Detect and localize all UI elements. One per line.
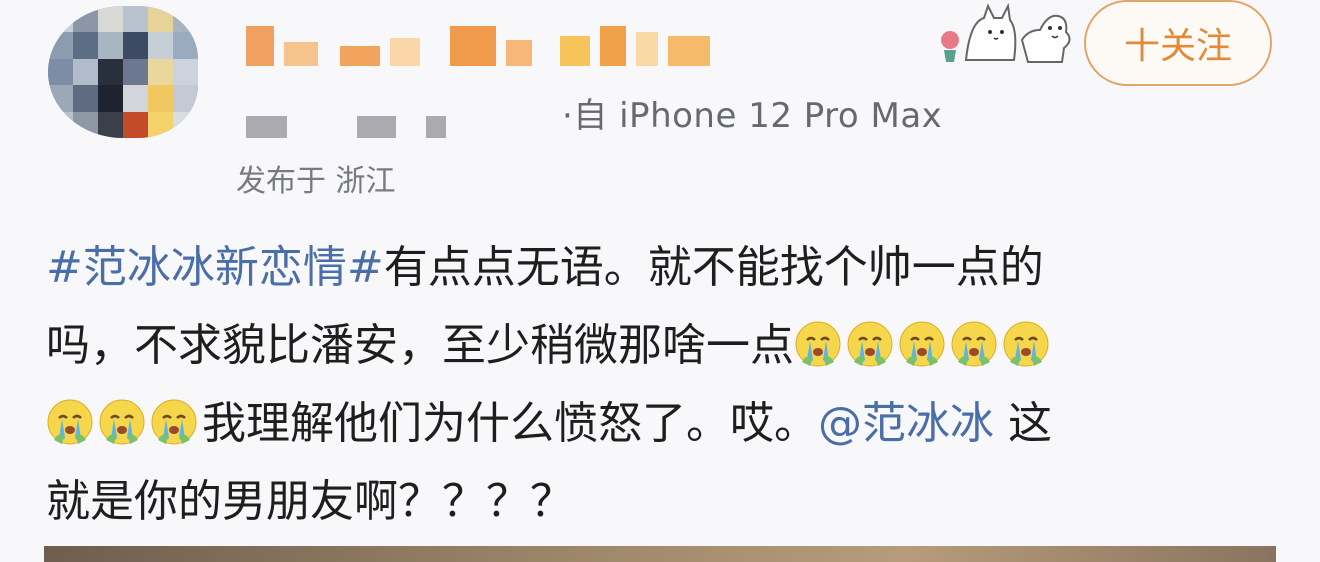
post-text: 吗，不求貌比潘安，至少稍微那啥一点 (46, 320, 794, 371)
crying-face-emoji (1003, 321, 1049, 367)
post-line-3: 我理解他们为什么愤怒了。哎。@范冰冰 这 (46, 394, 1286, 472)
mention-link[interactable]: @范冰冰 (818, 398, 994, 449)
crying-face-emoji (847, 321, 893, 367)
crying-face-emoji (99, 399, 145, 445)
follow-button[interactable]: 十关注 (1084, 0, 1272, 86)
post-line-1: #范冰冰新恋情#有点点无语。就不能找个帅一点的 (46, 238, 1286, 316)
timestamp-redacted (246, 116, 446, 138)
post-location: 发布于 浙江 (236, 164, 396, 199)
hashtag-link[interactable]: #范冰冰新恋情# (46, 242, 384, 293)
avatar[interactable] (48, 6, 198, 138)
emoji-group (46, 398, 202, 449)
emoji-group (794, 320, 1054, 371)
post-text: 就是你的男朋友啊？？？？ (46, 476, 574, 527)
crying-face-emoji (151, 399, 197, 445)
post-source: ·自 iPhone 12 Pro Max (562, 96, 943, 136)
post-line-2: 吗，不求貌比潘安，至少稍微那啥一点 (46, 316, 1286, 394)
crying-face-emoji (951, 321, 997, 367)
username-redacted[interactable] (246, 14, 716, 66)
attached-image-preview[interactable] (44, 546, 1276, 562)
post-line-4: 就是你的男朋友啊？？？？ (46, 472, 1286, 550)
crying-face-emoji (899, 321, 945, 367)
post-text: 这 (994, 398, 1052, 449)
crying-face-emoji (47, 399, 93, 445)
post-text: 我理解他们为什么愤怒了。哎。 (202, 398, 818, 449)
crying-face-emoji (795, 321, 841, 367)
post-text: 有点点无语。就不能找个帅一点的 (383, 242, 1044, 293)
post-body: #范冰冰新恋情#有点点无语。就不能找个帅一点的 吗，不求貌比潘安，至少稍微那啥一… (46, 238, 1286, 550)
cat-sticker-icon (941, 2, 1071, 63)
